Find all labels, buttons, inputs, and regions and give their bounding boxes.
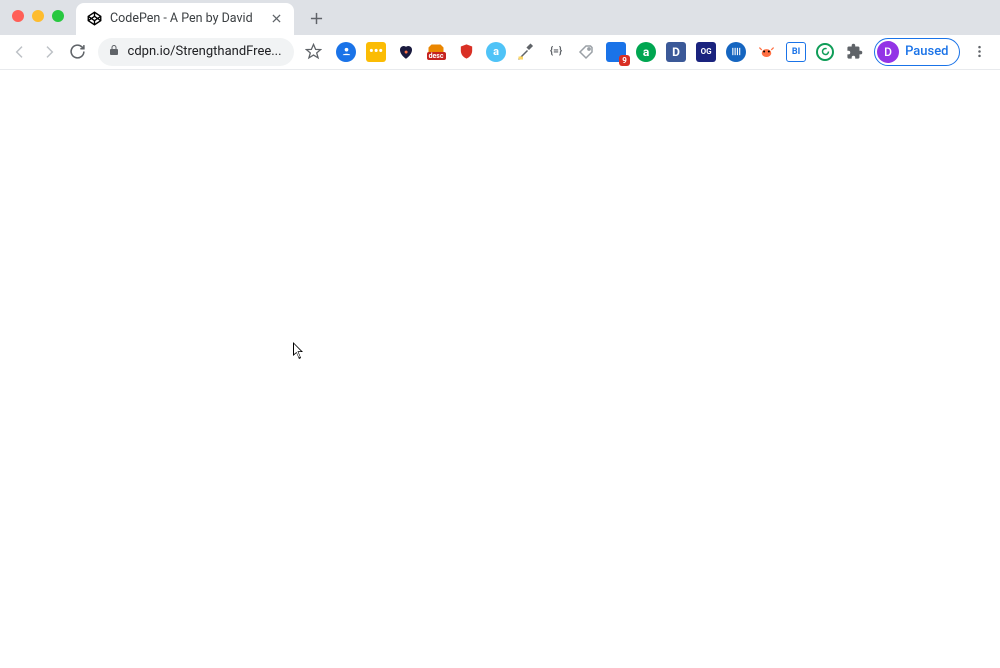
tab-title: CodePen - A Pen by David — [110, 11, 260, 26]
extension-1[interactable] — [336, 42, 356, 62]
profile-status-label: Paused — [905, 44, 948, 59]
extension-13[interactable]: OG — [696, 42, 716, 62]
profile-button[interactable]: D Paused — [874, 38, 959, 66]
extension-3[interactable]: ● — [396, 42, 416, 62]
tab-strip: CodePen - A Pen by David — [0, 0, 1000, 35]
extension-6[interactable]: a — [486, 42, 506, 62]
new-tab-button[interactable] — [302, 5, 330, 33]
page-content — [0, 70, 1000, 668]
window-close-button[interactable] — [12, 10, 24, 22]
extension-4[interactable]: desc — [426, 42, 446, 62]
profile-avatar: D — [877, 41, 899, 63]
extension-5[interactable] — [456, 42, 476, 62]
browser-tab[interactable]: CodePen - A Pen by David — [76, 3, 294, 35]
window-controls — [12, 10, 64, 22]
reload-button[interactable] — [65, 38, 90, 66]
address-bar[interactable]: cdpn.io/StrengthandFree... — [98, 38, 294, 66]
extension-15[interactable] — [756, 42, 776, 62]
extension-16[interactable]: BI — [786, 42, 806, 62]
extension-2[interactable]: ••• — [366, 42, 386, 62]
extension-11[interactable]: a — [636, 42, 656, 62]
browser-toolbar: cdpn.io/StrengthandFree... ••• ● desc — [0, 35, 1000, 71]
url-text: cdpn.io/StrengthandFree... — [128, 44, 284, 59]
lock-icon — [108, 44, 120, 60]
window-maximize-button[interactable] — [52, 10, 64, 22]
browser-chrome: CodePen - A Pen by David — [0, 0, 1000, 70]
extensions-menu-button[interactable] — [844, 42, 864, 62]
extension-9[interactable] — [576, 42, 596, 62]
cursor-icon — [293, 342, 305, 360]
bookmark-button[interactable] — [302, 38, 327, 66]
window-minimize-button[interactable] — [32, 10, 44, 22]
extension-badge: 9 — [619, 55, 630, 66]
back-button[interactable] — [8, 38, 33, 66]
extensions-area: ••• ● desc a {=} 9 a — [336, 42, 864, 62]
extension-14[interactable] — [726, 42, 746, 62]
tab-close-button[interactable] — [268, 11, 284, 27]
codepen-icon — [86, 11, 102, 27]
extension-17[interactable] — [816, 43, 834, 61]
extension-7[interactable] — [516, 42, 536, 62]
forward-button[interactable] — [37, 38, 62, 66]
browser-menu-button[interactable] — [968, 38, 993, 66]
extension-10[interactable]: 9 — [606, 42, 626, 62]
extension-12[interactable]: D — [666, 42, 686, 62]
extension-8[interactable]: {=} — [546, 42, 566, 62]
